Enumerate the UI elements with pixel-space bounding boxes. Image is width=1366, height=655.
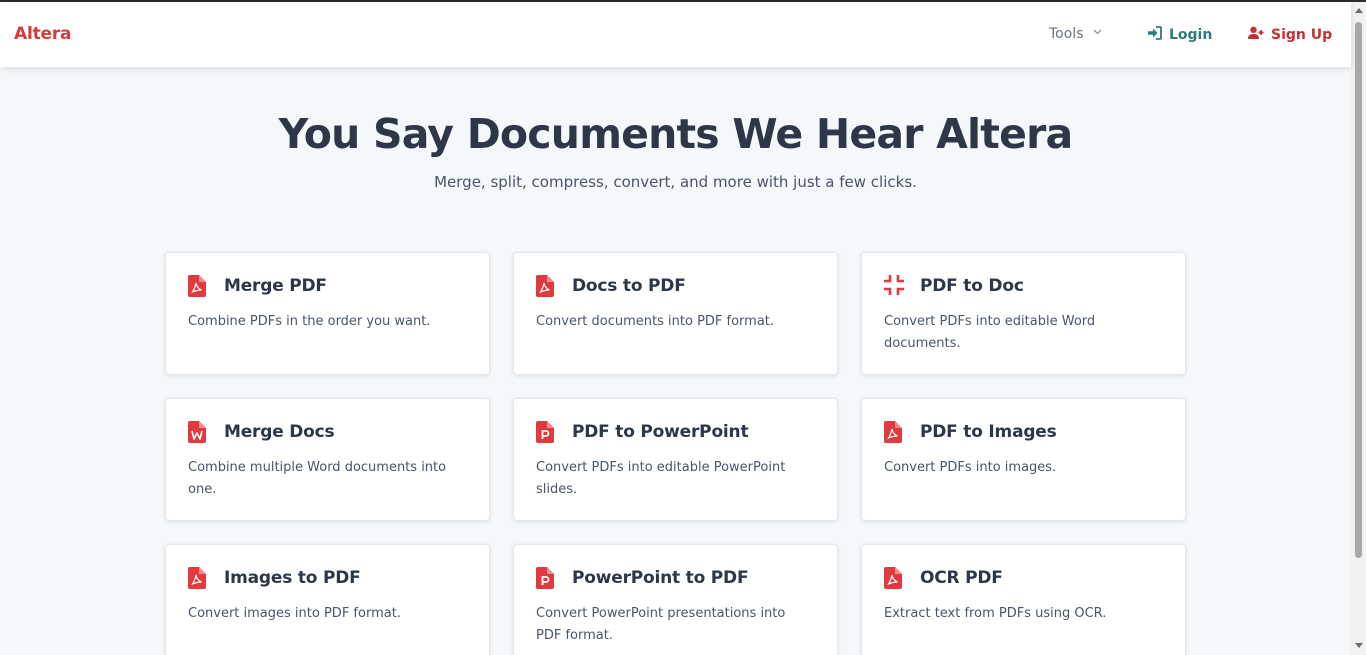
tool-title: PDF to Images [920, 422, 1057, 442]
pdf-file-icon [188, 275, 208, 297]
tool-description: Convert documents into PDF format. [536, 314, 775, 329]
user-plus-icon [1248, 26, 1264, 44]
login-label: Login [1169, 27, 1213, 43]
vertical-scrollbar[interactable] [1351, 2, 1366, 655]
tool-title: PowerPoint to PDF [572, 568, 749, 588]
pdf-file-icon [884, 421, 904, 443]
powerpoint-file-icon [536, 421, 556, 443]
tool-title: OCR PDF [920, 568, 1003, 588]
pdf-file-icon [536, 275, 556, 297]
tool-description: Convert PowerPoint presentations into PD… [536, 606, 786, 643]
pdf-file-icon [884, 567, 904, 589]
tool-description: Convert images into PDF format. [188, 606, 401, 621]
signup-label: Sign Up [1271, 27, 1333, 43]
tool-title: Images to PDF [224, 568, 361, 588]
tool-card-merge-docs[interactable]: Merge Docs Combine multiple Word documen… [165, 398, 490, 521]
scroll-down-arrow-icon[interactable] [1355, 643, 1363, 648]
tool-card-pdf-to-powerpoint[interactable]: PDF to PowerPoint Convert PDFs into edit… [513, 398, 838, 521]
compress-icon [884, 275, 904, 297]
tool-card-powerpoint-to-pdf[interactable]: PowerPoint to PDF Convert PowerPoint pre… [513, 544, 838, 655]
tool-title: Docs to PDF [572, 276, 686, 296]
tool-title: PDF to Doc [920, 276, 1024, 296]
tools-grid: Merge PDF Combine PDFs in the order you … [165, 252, 1186, 655]
hero-title: You Say Documents We Hear Altera [278, 110, 1074, 158]
tool-description: Convert PDFs into editable PowerPoint sl… [536, 460, 786, 497]
word-file-icon [188, 421, 208, 443]
tool-description: Combine PDFs in the order you want. [188, 314, 431, 329]
top-navbar: Altera Tools Login Sign Up [0, 2, 1351, 67]
tool-card-docs-to-pdf[interactable]: Docs to PDF Convert documents into PDF f… [513, 252, 838, 375]
signup-link[interactable]: Sign Up [1248, 26, 1332, 44]
tool-card-pdf-to-images[interactable]: PDF to Images Convert PDFs into images. [861, 398, 1186, 521]
powerpoint-file-icon [536, 567, 556, 589]
tools-label: Tools [1049, 26, 1084, 42]
pdf-file-icon [188, 567, 208, 589]
tool-description: Convert PDFs into images. [884, 460, 1057, 475]
sign-in-icon [1147, 26, 1162, 44]
tool-description: Extract text from PDFs using OCR. [884, 606, 1107, 621]
brand-logo[interactable]: Altera [14, 24, 71, 44]
tool-description: Combine multiple Word documents into one… [188, 460, 447, 497]
tool-title: Merge Docs [224, 422, 335, 442]
chevron-down-icon [1093, 28, 1102, 38]
tool-card-merge-pdf[interactable]: Merge PDF Combine PDFs in the order you … [165, 252, 490, 375]
tool-card-images-to-pdf[interactable]: Images to PDF Convert images into PDF fo… [165, 544, 490, 655]
hero-subtitle: Merge, split, compress, convert, and mor… [434, 173, 917, 191]
scrollbar-thumb[interactable] [1355, 22, 1362, 558]
tools-dropdown[interactable]: Tools [1049, 26, 1102, 42]
tool-description: Convert PDFs into editable Word document… [884, 314, 1096, 351]
tool-title: PDF to PowerPoint [572, 422, 749, 442]
tool-card-ocr-pdf[interactable]: OCR PDF Extract text from PDFs using OCR… [861, 544, 1186, 655]
scroll-up-arrow-icon[interactable] [1355, 8, 1363, 13]
login-link[interactable]: Login [1147, 26, 1212, 44]
tool-card-pdf-to-doc[interactable]: PDF to Doc Convert PDFs into editable Wo… [861, 252, 1186, 375]
tool-title: Merge PDF [224, 276, 327, 296]
